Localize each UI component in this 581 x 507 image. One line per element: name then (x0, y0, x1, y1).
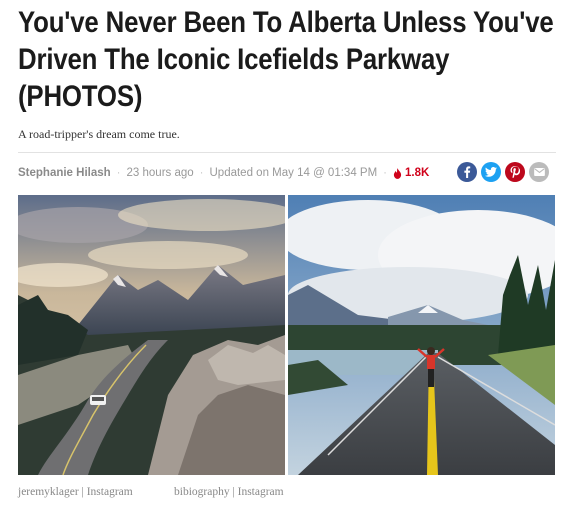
separator-dot: · (116, 167, 121, 179)
separator-dot: · (383, 167, 388, 179)
email-share-button[interactable] (529, 162, 549, 182)
photo-credit: bibiography | Instagram (174, 486, 284, 498)
posted-time: 23 hours ago (126, 167, 194, 179)
article-subhead: A road-tripper's dream come true. (18, 127, 180, 141)
pinterest-share-button[interactable] (505, 162, 525, 182)
separator-dot: · (199, 167, 204, 179)
article-headline: You've Never Been To Alberta Unless You'… (18, 6, 554, 113)
view-count: 1.8K (405, 167, 430, 179)
twitter-icon (485, 167, 497, 177)
share-buttons (457, 162, 549, 182)
photo-mountain-highway (18, 195, 285, 475)
flame-icon (393, 167, 402, 179)
author-link[interactable]: Stephanie Hilash (18, 167, 111, 179)
email-icon (533, 168, 545, 176)
facebook-share-button[interactable] (457, 162, 477, 182)
updated-time: Updated on May 14 @ 01:34 PM (209, 167, 378, 179)
photo-credit: jeremyklager | Instagram (18, 486, 133, 498)
photo-woman-on-road (288, 195, 555, 475)
facebook-icon (464, 166, 471, 178)
divider (18, 152, 556, 153)
pinterest-icon (510, 166, 520, 178)
twitter-share-button[interactable] (481, 162, 501, 182)
byline: Stephanie Hilash · 23 hours ago · Update… (18, 165, 429, 181)
